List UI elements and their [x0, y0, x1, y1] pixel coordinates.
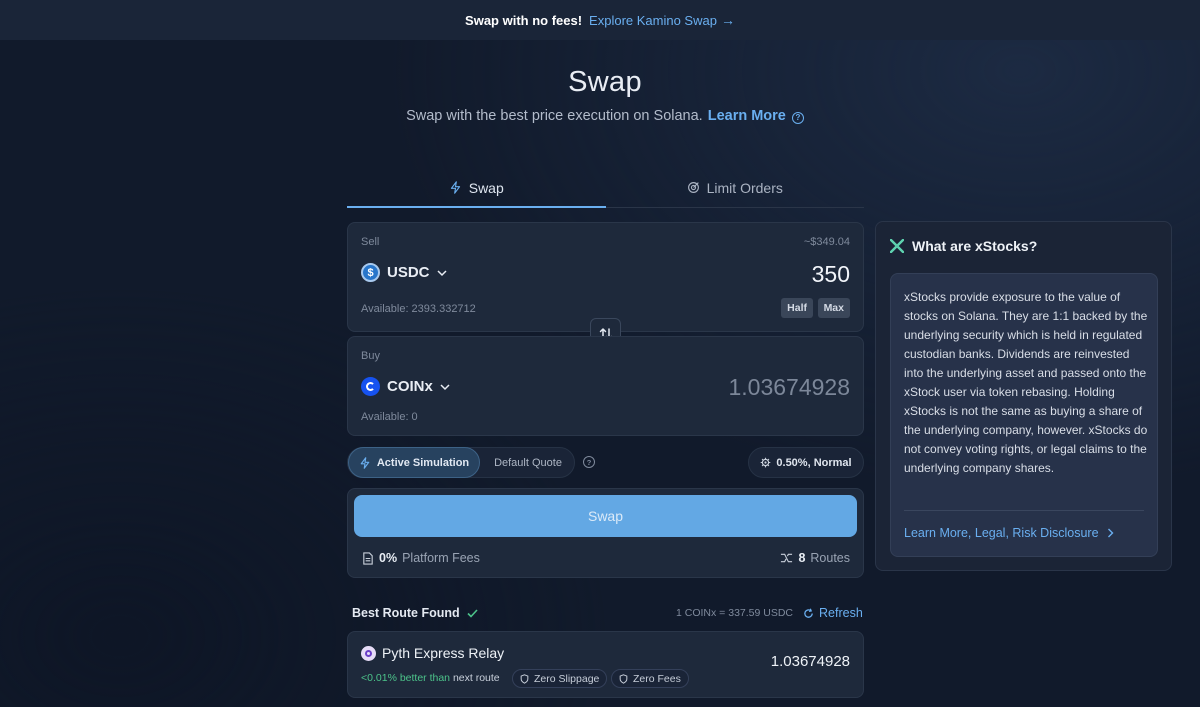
best-route-heading: Best Route Found [352, 606, 478, 620]
fees-value: 0% [379, 551, 398, 565]
route-comparison: <0.01% better than next route [361, 672, 500, 684]
document-icon [363, 551, 373, 565]
route-option[interactable]: Pyth Express Relay 1.03674928 <0.01% bet… [347, 631, 864, 698]
fees-label: Platform Fees [402, 551, 480, 565]
swap-button[interactable]: Swap [354, 495, 857, 537]
active-simulation-button[interactable]: Active Simulation [348, 447, 480, 478]
divider [904, 510, 1144, 511]
question-circle-icon[interactable]: ? [583, 456, 595, 468]
chevron-down-icon [440, 383, 450, 390]
buy-available: Available: 0 [361, 411, 418, 423]
subtitle-text: Swap with the best price execution on So… [406, 108, 703, 124]
usdc-icon: $ [361, 263, 380, 282]
info-body: xStocks provide exposure to the value of… [904, 290, 1148, 475]
exchange-rate: 1 COINx = 337.59 USDC [676, 607, 794, 619]
question-circle-icon: ? [791, 111, 804, 124]
info-title: What are xStocks? [890, 238, 1037, 254]
routes-count: 8 [798, 551, 806, 565]
platform-fees-info: 0% Platform Fees [362, 551, 480, 565]
pyth-icon [361, 645, 376, 661]
refresh-icon [804, 608, 813, 618]
better-value: <0.01% better than [361, 672, 451, 684]
info-title-label: What are xStocks? [912, 238, 1038, 254]
slippage-label: 0.50%, Normal [776, 456, 852, 469]
promo-banner: Swap with no fees! Explore Kamino Swap → [0, 0, 1200, 40]
route-provider: Pyth Express Relay [361, 645, 504, 661]
shield-icon [520, 673, 529, 684]
best-route-label: Best Route Found [352, 606, 460, 620]
info-content: xStocks provide exposure to the value of… [890, 273, 1158, 557]
quote-mode-toggle: Active Simulation Default Quote [347, 447, 575, 478]
sell-token-selector[interactable]: $ USDC [361, 263, 447, 282]
page-title: Swap [568, 66, 642, 98]
lightning-icon [360, 456, 370, 469]
sell-usd-value: ~$349.04 [803, 236, 850, 248]
chevron-right-icon [1107, 528, 1114, 538]
zero-slippage-badge: Zero Slippage [512, 669, 608, 688]
routes-label: Routes [810, 551, 850, 565]
swap-action-panel: Swap 0% Platform Fees 8 Routes [347, 488, 864, 578]
tab-limit-orders[interactable]: Limit Orders [606, 168, 865, 207]
explore-kamino-link[interactable]: Explore Kamino Swap → [589, 12, 735, 28]
route-amount: 1.03674928 [770, 653, 850, 670]
target-icon [687, 182, 699, 193]
route-icon [781, 553, 793, 563]
active-simulation-label: Active Simulation [376, 456, 470, 469]
sell-panel: Sell ~$349.04 $ USDC 350 Available: 2393… [347, 222, 864, 332]
lightning-icon [450, 181, 460, 194]
shield-icon [619, 673, 628, 684]
tab-swap[interactable]: Swap [347, 168, 606, 208]
tab-swap-label: Swap [468, 179, 504, 196]
buy-token-selector[interactable]: COINx [361, 377, 450, 396]
refresh-button[interactable]: Refresh [803, 606, 863, 620]
zero-slippage-label: Zero Slippage [534, 672, 600, 685]
swap-tabs: Swap Limit Orders [347, 168, 864, 208]
sell-available: Available: 2393.332712 [361, 303, 476, 315]
sell-amount-input[interactable]: 350 [812, 261, 850, 288]
tab-limit-orders-label: Limit Orders [706, 179, 783, 196]
learn-more-link[interactable]: Learn More ? [708, 108, 804, 124]
routes-info[interactable]: 8 Routes [780, 551, 850, 565]
max-button[interactable]: Max [817, 298, 850, 318]
sell-token-label: USDC [387, 264, 430, 281]
learn-more-label: Learn More [707, 108, 786, 124]
xstocks-info-panel: What are xStocks? xStocks provide exposu… [875, 221, 1172, 571]
check-icon [467, 608, 478, 618]
slippage-settings-button[interactable]: 0.50%, Normal [748, 447, 864, 478]
route-provider-label: Pyth Express Relay [382, 645, 505, 661]
arrow-right-icon: → [720, 12, 735, 28]
coinx-icon [361, 377, 380, 396]
banner-text: Swap with no fees! [465, 12, 583, 28]
chevron-down-icon [436, 269, 447, 276]
refresh-label: Refresh [819, 606, 863, 620]
xstocks-logo-icon [890, 239, 904, 253]
half-button[interactable]: Half [781, 298, 813, 318]
default-quote-button[interactable]: Default Quote [480, 448, 576, 477]
buy-label: Buy [361, 350, 380, 362]
explore-kamino-label: Explore Kamino Swap [589, 12, 717, 28]
risk-disclosure-link[interactable]: Learn More, Legal, Risk Disclosure [904, 526, 1114, 540]
buy-panel: Buy COINx 1.03674928 Available: 0 [347, 336, 864, 436]
zero-fees-label: Zero Fees [633, 672, 681, 685]
buy-token-label: COINx [387, 378, 433, 395]
sell-label: Sell [361, 236, 380, 248]
zero-fees-badge: Zero Fees [611, 669, 689, 688]
gear-icon [761, 457, 771, 468]
page-subtitle: Swap with the best price execution on So… [0, 108, 1200, 124]
better-suffix: next route [452, 672, 500, 684]
buy-amount-output: 1.03674928 [728, 374, 850, 400]
risk-disclosure-label: Learn More, Legal, Risk Disclosure [904, 526, 1099, 540]
